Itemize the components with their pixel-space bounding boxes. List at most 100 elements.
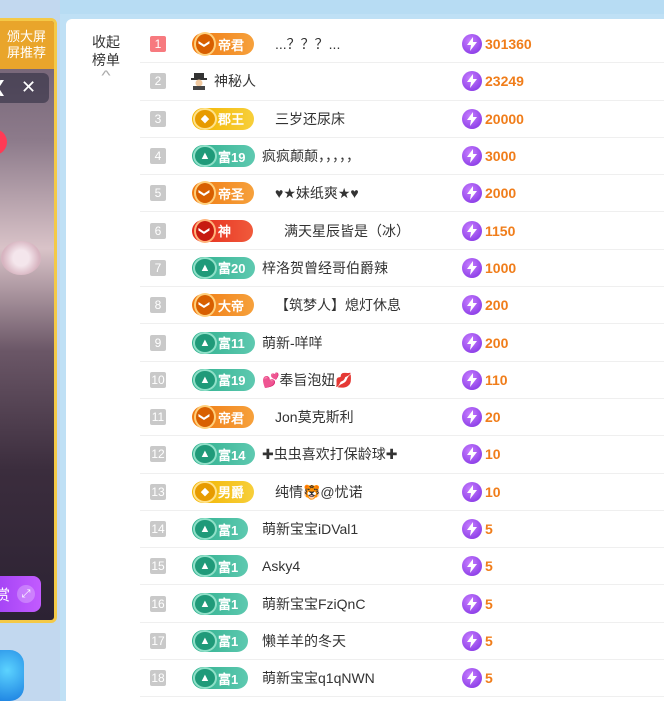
ranking-row[interactable]: 13 ◆ 男爵 纯情🐯@忧诺 10: [140, 474, 664, 511]
expand-icon[interactable]: ⤢: [17, 585, 35, 603]
lightning-icon: [462, 444, 482, 465]
mystery-avatar-icon: [190, 72, 208, 91]
rank-number: 16: [150, 595, 166, 612]
badge-emblem-icon: ▲: [193, 256, 217, 279]
user-name[interactable]: 满天星辰皆是（冰）: [284, 221, 410, 241]
level-badge: ▲ 富1: [192, 518, 249, 540]
user-name[interactable]: 萌新宝宝FziQnC: [262, 594, 365, 614]
user-name[interactable]: 萌新-咩咩: [262, 333, 323, 353]
user-name[interactable]: 纯情🐯@忧诺: [275, 482, 363, 502]
rank-number: 3: [150, 110, 166, 127]
level-badge: ▲ 富1: [192, 592, 249, 615]
ranking-row[interactable]: 17 ▲ 富1 懒羊羊的冬天 5: [140, 623, 664, 661]
badge-emblem-icon: ▲: [193, 592, 217, 615]
rank-number: 11: [150, 409, 166, 426]
badge-emblem-icon: ▲: [193, 443, 217, 466]
rank-number: 14: [150, 521, 166, 537]
rank-number: 17: [150, 632, 166, 649]
user-name[interactable]: 💕奉旨泡妞💋: [262, 370, 353, 390]
ranking-row[interactable]: 10 ▲ 富19 💕奉旨泡妞💋 110: [140, 362, 664, 399]
user-name[interactable]: 萌新宝宝q1qNWN: [262, 668, 375, 688]
user-name[interactable]: ✚虫虫喜欢打保龄球✚: [262, 444, 397, 464]
user-name[interactable]: 萌新宝宝iDVal1: [262, 519, 358, 539]
contribution-score: 1000: [462, 257, 517, 278]
contribution-score: 5: [462, 556, 493, 577]
user-name[interactable]: Asky4: [262, 558, 300, 574]
close-icon[interactable]: ✕: [21, 77, 36, 98]
user-name[interactable]: 梓洛贺曾经哥伯爵辣: [262, 258, 388, 278]
score-value: 200: [485, 334, 509, 351]
red-dot-button[interactable]: [0, 129, 7, 155]
promo-banner[interactable]: 颁大屏 屏推荐: [0, 21, 54, 69]
user-name[interactable]: ♥★妹纸爽★♥: [275, 183, 359, 203]
ranking-row[interactable]: 2 神秘人 23249: [140, 63, 664, 101]
lightning-icon: [462, 519, 482, 539]
score-value: 1000: [485, 259, 517, 276]
lightning-icon: [462, 593, 482, 614]
promo-line-2: 屏推荐: [7, 45, 47, 60]
ranking-row[interactable]: 6 ❯ 神 满天星辰皆是（冰） 1150: [140, 212, 664, 250]
user-name[interactable]: 神秘人: [214, 71, 256, 91]
gift-button-label: 赏: [0, 587, 10, 604]
score-value: 5: [485, 558, 493, 575]
user-name[interactable]: 疯疯颠颠，，，，，: [262, 146, 360, 166]
badge-emblem-icon: ▲: [193, 555, 217, 578]
ranking-row[interactable]: 4 ▲ 富19 疯疯颠颠，，，，， 3000: [140, 138, 664, 176]
level-badge: ▲ 富1: [192, 629, 249, 652]
badge-emblem-icon: ❯: [194, 32, 216, 57]
contribution-score: 200: [462, 332, 509, 353]
ranking-row[interactable]: 5 ❯ 帝圣 ♥★妹纸爽★♥ 2000: [140, 175, 664, 213]
badge-emblem-icon: ❯: [194, 405, 216, 430]
lightning-icon: [462, 220, 482, 241]
level-badge: ▲ 富20: [192, 256, 256, 279]
badge-emblem-icon: ▲: [193, 629, 217, 652]
ranking-row[interactable]: 11 ❯ 帝君 Jon莫克斯利 20: [140, 399, 664, 437]
badge-emblem-icon: ◆: [193, 107, 217, 130]
ranking-row[interactable]: 12 ▲ 富14 ✚虫虫喜欢打保龄球✚ 10: [140, 436, 664, 474]
collapse-label-1: 收起: [92, 34, 120, 50]
level-badge: ❯ 帝君: [192, 32, 255, 57]
level-badge: ❯ 帝圣: [192, 181, 255, 206]
badge-label: 富19: [218, 373, 246, 389]
lightning-icon: [462, 146, 482, 167]
promo-line-1: 颁大屏: [7, 29, 47, 44]
live-video-preview[interactable]: 颁大屏 屏推荐 ❮ ✕ 赏 ⤢: [0, 18, 57, 623]
ranking-row[interactable]: 1 ❯ 帝君 ...？？？... 301360: [140, 26, 664, 64]
rank-number: 10: [150, 371, 166, 388]
ranking-row[interactable]: 7 ▲ 富20 梓洛贺曾经哥伯爵辣 1000: [140, 250, 664, 288]
user-name[interactable]: Jon莫克斯利: [275, 407, 354, 427]
rank-number: 5: [150, 185, 166, 202]
collapse-ranking-button[interactable]: 收起 榜单 ^: [86, 33, 126, 82]
score-value: 5: [485, 595, 493, 612]
lightning-icon: [462, 556, 482, 577]
level-badge: ◆ 郡王: [192, 107, 255, 130]
ranking-row[interactable]: 15 ▲ 富1 Asky4 5: [140, 548, 664, 586]
contribution-score: 10: [462, 481, 501, 502]
score-value: 200: [485, 297, 509, 314]
rank-number: 9: [150, 334, 166, 351]
user-name[interactable]: ...？？？...: [275, 34, 340, 54]
user-name[interactable]: 【筑梦人】熄灯休息: [275, 295, 401, 315]
mascot-decoration: [0, 650, 24, 701]
rank-number: 4: [150, 148, 166, 165]
user-name[interactable]: 懒羊羊的冬天: [262, 631, 346, 651]
score-value: 20: [485, 409, 501, 426]
back-arrow-icon[interactable]: ❮: [0, 77, 6, 97]
ranking-row[interactable]: 16 ▲ 富1 萌新宝宝FziQnC 5: [140, 585, 664, 623]
contribution-score: 200: [462, 295, 509, 316]
contribution-score: 5: [462, 668, 493, 689]
score-value: 2000: [485, 185, 517, 202]
badge-emblem-icon: ▲: [193, 145, 217, 168]
ranking-row[interactable]: 8 ❯ 大帝 【筑梦人】熄灯休息 200: [140, 287, 664, 325]
badge-label: 神: [218, 224, 232, 240]
ranking-row[interactable]: 18 ▲ 富1 萌新宝宝q1qNWN 5: [140, 660, 664, 698]
ranking-row[interactable]: 3 ◆ 郡王 三岁还尿床 20000: [140, 101, 664, 138]
lightning-icon: [462, 332, 482, 353]
gift-button[interactable]: 赏 ⤢: [0, 576, 41, 612]
ranking-row[interactable]: 9 ▲ 富11 萌新-咩咩 200: [140, 324, 664, 362]
contribution-score: 110: [462, 369, 508, 390]
score-value: 110: [485, 371, 508, 388]
user-name[interactable]: 三岁还尿床: [275, 109, 345, 129]
contribution-score: 2000: [462, 183, 517, 204]
ranking-row[interactable]: 14 ▲ 富1 萌新宝宝iDVal1 5: [140, 511, 664, 549]
